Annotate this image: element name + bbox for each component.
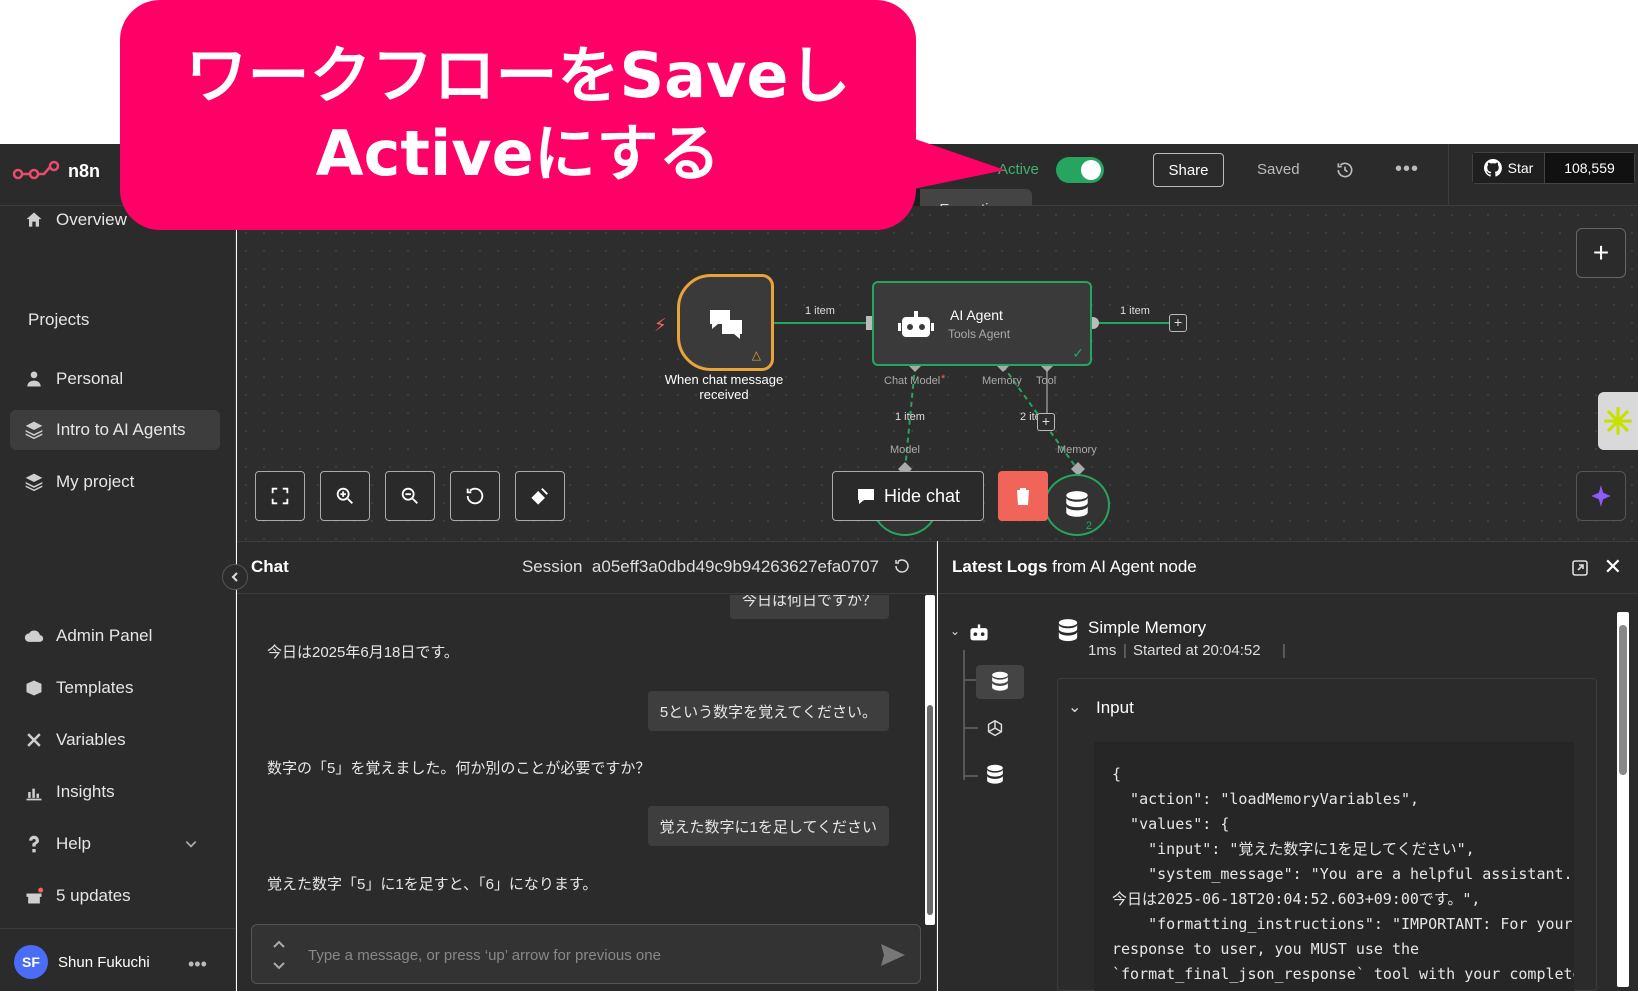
callout-banner: ワークフローをSaveし Activeにする (120, 0, 916, 230)
callout-line2: Activeにする (315, 117, 721, 190)
screen: n8n Executions Active Share Saved ••• St… (0, 0, 1638, 991)
callout-line1: ワークフローをSaveし (185, 39, 851, 112)
